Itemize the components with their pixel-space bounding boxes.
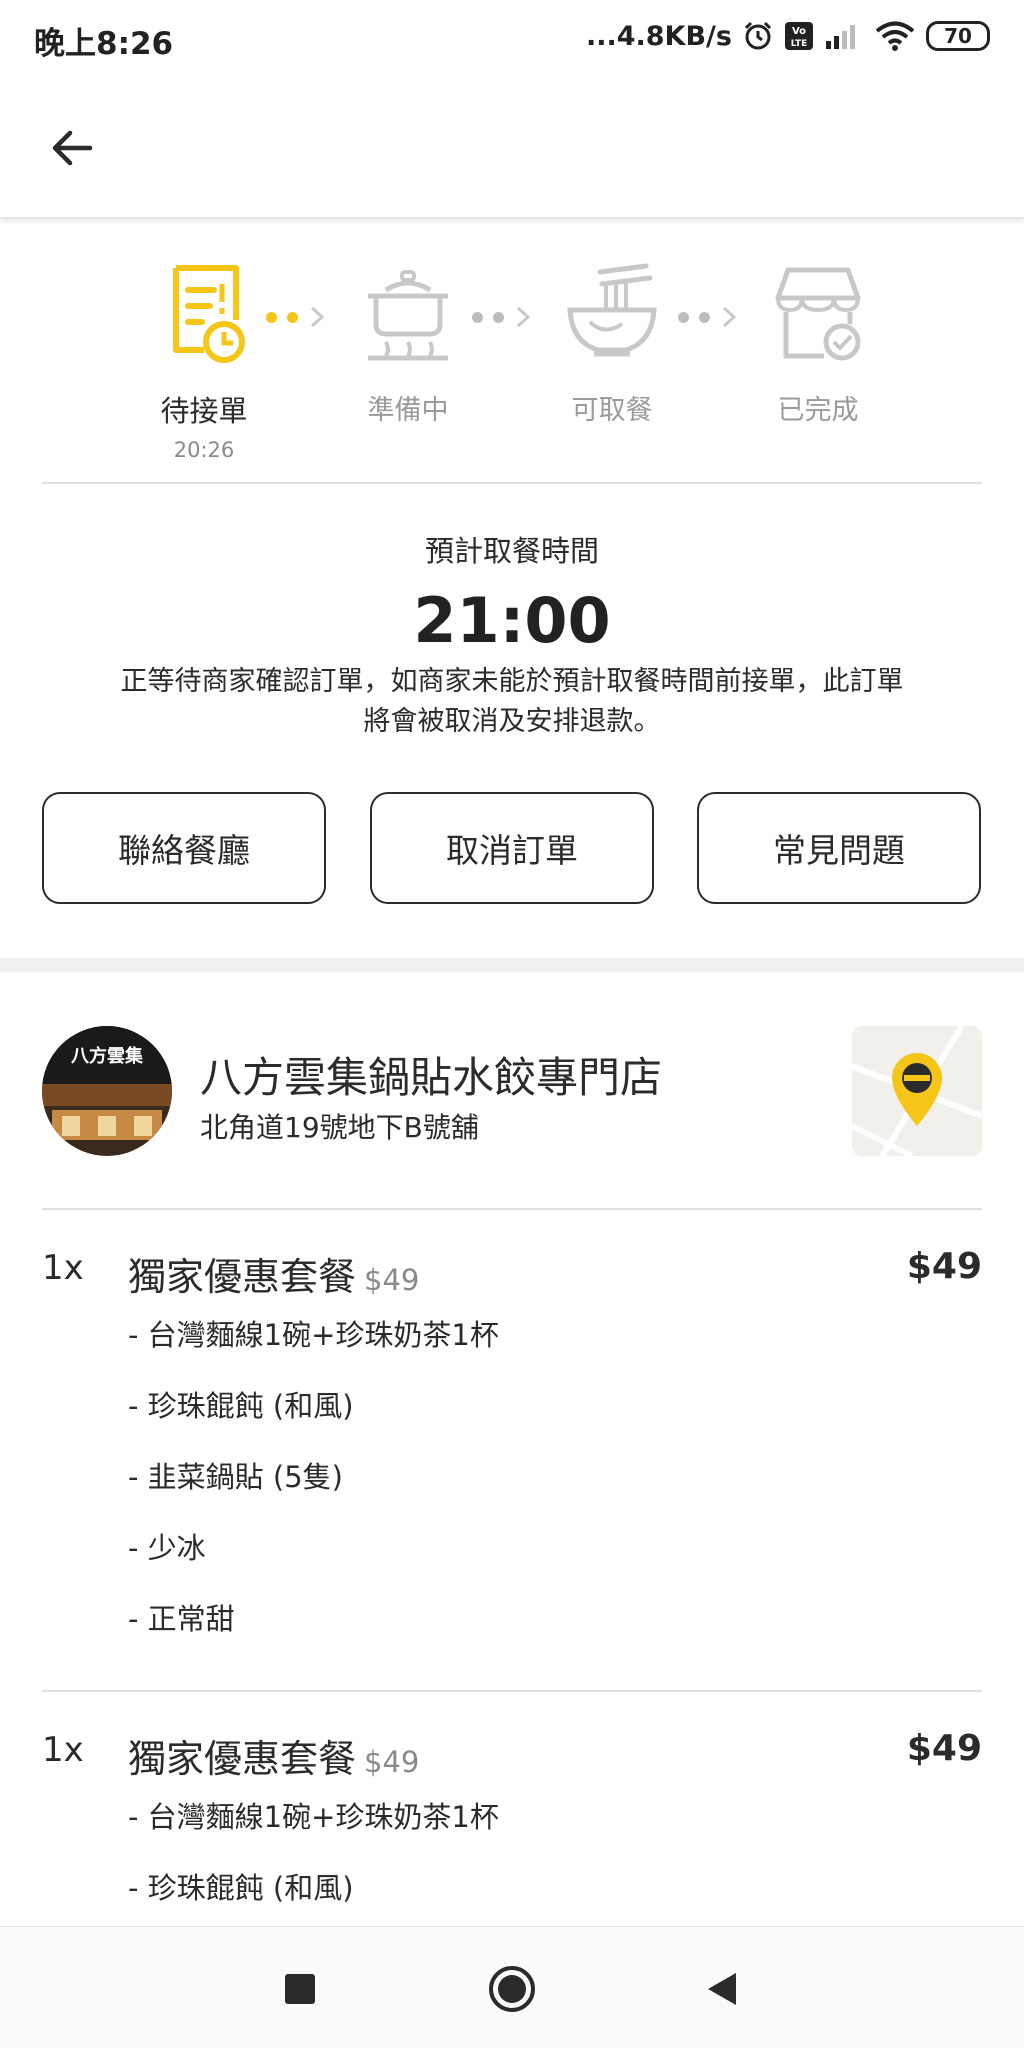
cooking-pot-icon — [368, 270, 448, 361]
home-button[interactable] — [484, 1961, 540, 2017]
item-option: - 台灣麵線1碗+珍珠奶茶1杯 — [128, 1800, 499, 1834]
back-button[interactable] — [40, 116, 104, 180]
step-label: 準備中 — [367, 395, 449, 426]
status-time: 晚上8:26 — [34, 26, 174, 62]
nav-back-button[interactable] — [694, 1961, 750, 2017]
signal-icon — [824, 21, 864, 51]
divider — [42, 1690, 982, 1692]
square-icon — [285, 1974, 315, 2004]
item-option: - 珍珠餛飩 (和風) — [128, 1871, 354, 1905]
alarm-icon — [742, 20, 774, 52]
step-ready: 可取餐 — [512, 262, 712, 427]
item-option: - 珍珠餛飩 (和風) — [128, 1389, 354, 1423]
item-option: - 台灣麵線1碗+珍珠奶茶1杯 — [128, 1318, 499, 1352]
circle-icon — [489, 1966, 535, 2012]
status-bar: 晚上8:26 ...4.8KB/s Vo LTE 70 — [0, 0, 1024, 76]
restaurant-name: 八方雲集鍋貼水餃專門店 — [200, 1053, 663, 1102]
step-label: 待接單 — [160, 394, 248, 428]
svg-text:八方雲集: 八方雲集 — [71, 1045, 144, 1067]
item-name: 獨家優惠套餐 $49 — [128, 1246, 419, 1301]
item-name: 獨家優惠套餐 $49 — [128, 1728, 419, 1783]
top-app-bar — [0, 76, 1024, 218]
step-pending: 待接單 20:26 — [104, 262, 304, 462]
recents-button[interactable] — [272, 1961, 328, 2017]
triangle-back-icon — [708, 1973, 736, 2005]
item-total: $49 — [906, 1246, 982, 1287]
faq-button[interactable]: 常見問題 — [697, 792, 981, 904]
item-option: - 正常甜 — [128, 1602, 235, 1636]
item-option: - 韭菜鍋貼 (5隻) — [128, 1460, 343, 1494]
contact-restaurant-button[interactable]: 聯絡餐廳 — [42, 792, 326, 904]
pickup-time: 21:00 — [413, 584, 611, 657]
noodle-bowl-icon — [567, 263, 657, 357]
item-title: 獨家優惠套餐 — [128, 1737, 357, 1781]
status-icons: ...4.8KB/s Vo LTE 70 — [586, 16, 990, 56]
svg-text:LTE: LTE — [791, 39, 808, 49]
section-separator — [0, 958, 1024, 972]
svg-text:Vo: Vo — [792, 26, 806, 37]
map-thumbnail[interactable] — [852, 1026, 982, 1156]
volte-icon: Vo LTE — [784, 21, 814, 51]
item-quantity: 1x — [42, 1248, 84, 1288]
step-time: 20:26 — [173, 438, 235, 462]
divider — [42, 1208, 982, 1210]
item-option: - 少冰 — [128, 1531, 206, 1565]
cancel-order-button[interactable]: 取消訂單 — [370, 792, 654, 904]
pickup-note: 正等待商家確認訂單，如商家未能於預計取餐時間前接單，此訂單 將會被取消及安排退款… — [80, 662, 944, 742]
step-completed: 已完成 — [718, 262, 918, 427]
divider — [42, 482, 982, 484]
battery-icon: 70 — [926, 21, 990, 51]
pickup-note-line: 正等待商家確認訂單，如商家未能於預計取餐時間前接單，此訂單 — [120, 666, 904, 697]
item-unit-price: $49 — [364, 1745, 420, 1779]
arrow-left-icon — [52, 130, 93, 166]
pickup-label: 預計取餐時間 — [424, 534, 599, 568]
restaurant-address: 北角道19號地下B號舖 — [200, 1111, 479, 1144]
step-label: 可取餐 — [571, 395, 653, 426]
order-progress-steps: 待接單 20:26 準備中 可取餐 已完成 — [0, 262, 1024, 462]
item-quantity: 1x — [42, 1730, 84, 1770]
item-title: 獨家優惠套餐 — [128, 1255, 357, 1299]
order-receipt-clock-icon — [173, 265, 245, 363]
wifi-icon — [874, 20, 916, 52]
system-nav-bar — [0, 1926, 1024, 2048]
step-label: 已完成 — [777, 395, 859, 426]
pickup-note-line: 將會被取消及安排退款。 — [363, 706, 661, 737]
store-check-icon — [775, 267, 861, 361]
network-speed: ...4.8KB/s — [585, 20, 732, 52]
restaurant-logo: 八方雲集 — [42, 1026, 172, 1156]
step-preparing: 準備中 — [308, 262, 508, 427]
item-total: $49 — [906, 1728, 982, 1769]
item-unit-price: $49 — [364, 1263, 420, 1297]
